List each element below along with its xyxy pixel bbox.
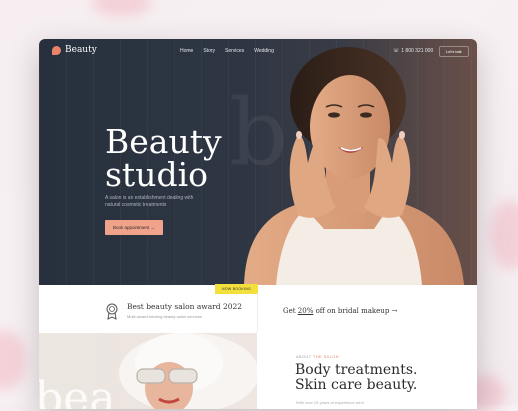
lets-talk-button[interactable]: Let's talk: [439, 46, 469, 57]
award-medal-icon: [106, 303, 118, 320]
about-highlight: THE SALON: [313, 355, 340, 359]
book-appointment-button[interactable]: Book appointment →: [105, 220, 164, 235]
phone-text: 1 800 321 000: [401, 48, 434, 54]
promo-text-after: off on bridal makeup →: [313, 307, 398, 315]
phone-number[interactable]: ☏ 1 800 321 000: [393, 48, 433, 54]
lower-image-panel: bea: [39, 333, 257, 409]
phone-icon: ☏: [393, 48, 400, 54]
nav-link-home[interactable]: Home: [180, 48, 193, 54]
nav-link-story[interactable]: Story: [203, 48, 215, 54]
petal-decoration: [0, 330, 26, 390]
about-title: Body treatments. Skin care beauty.: [295, 363, 417, 393]
petal-decoration: [92, 0, 152, 16]
website-preview: b Beauty Home Story Services Wedding ☏ 1…: [39, 39, 477, 409]
logo-text: Beauty: [65, 45, 97, 55]
petal-decoration: [490, 200, 518, 270]
promo-text-before: Get: [283, 307, 298, 315]
nav-link-wedding[interactable]: Wedding: [254, 48, 274, 54]
award-block: Best beauty salon award 2022 Multi-award…: [105, 302, 242, 320]
top-navigation: Beauty Home Story Services Wedding ☏ 1 8…: [39, 39, 477, 65]
about-label: ABOUT THE SALON: [296, 355, 339, 359]
hero-section: b Beauty Home Story Services Wedding ☏ 1…: [39, 39, 477, 285]
award-subtitle: Multi-award winning beauty salon service…: [127, 314, 202, 319]
about-section: ABOUT THE SALON Body treatments. Skin ca…: [257, 333, 477, 409]
award-title: Best beauty salon award 2022: [127, 302, 243, 311]
about-prefix: ABOUT: [296, 355, 313, 359]
about-title-line-2: Skin care beauty.: [295, 377, 418, 393]
hero-title: Beauty studio: [105, 125, 265, 191]
nav-link-services[interactable]: Services: [225, 48, 244, 54]
bridal-promo-link[interactable]: Get 20% off on bridal makeup →: [283, 307, 397, 315]
hero-subtitle: A salon is an establishment dealing with…: [105, 195, 194, 208]
about-text: With over 25 years of experience we'd: [296, 400, 364, 405]
strip-divider: [257, 293, 258, 333]
site-logo[interactable]: Beauty: [52, 45, 97, 55]
nav-links: Home Story Services Wedding: [180, 48, 274, 54]
promo-highlight: 20%: [297, 307, 314, 315]
hero-title-line-2: studio: [105, 155, 208, 194]
about-title-line-1: Body treatments.: [295, 362, 418, 378]
booking-tag: NOW BOOKING: [215, 284, 259, 294]
lower-background-word: bea: [39, 373, 116, 409]
logo-icon: [52, 45, 61, 55]
